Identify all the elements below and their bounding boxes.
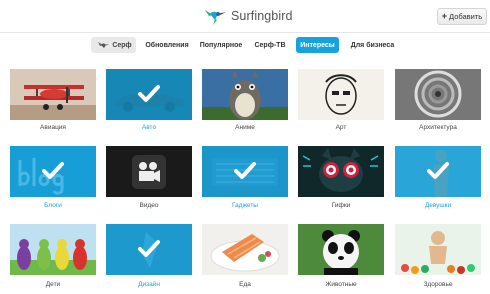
category-label: Аниме xyxy=(235,124,255,131)
panda-image xyxy=(298,224,384,275)
teletubbies-image xyxy=(10,224,96,275)
category-label: Видео xyxy=(139,202,159,209)
main-nav: Серф Обновления Популярное Серф-ТВ Интер… xyxy=(0,37,490,53)
brand-logo[interactable]: Surfingbird xyxy=(203,6,293,26)
add-button-label: Добавить xyxy=(449,12,483,21)
nav-surf[interactable]: Серф xyxy=(91,37,136,53)
category-label: Животные xyxy=(325,281,357,288)
nav-popular[interactable]: Популярное xyxy=(196,37,246,53)
checkmark-icon xyxy=(138,240,160,257)
totoro-image xyxy=(202,69,288,120)
category-label: Авиация xyxy=(40,124,66,131)
category-tile-video[interactable] xyxy=(106,146,192,197)
salmon-dish-image xyxy=(202,224,288,275)
category-tile-blogs[interactable] xyxy=(10,146,96,197)
category-label: Дети xyxy=(45,281,61,288)
sketch-face-image xyxy=(298,69,384,120)
category-label: Гаджеты xyxy=(232,202,258,209)
category-tile-design[interactable] xyxy=(106,224,192,275)
category-label: Блоги xyxy=(44,202,62,209)
nav-surf-tv[interactable]: Серф-ТВ xyxy=(251,37,289,53)
category-label: Дизайн xyxy=(138,281,160,288)
category-tile-gifs[interactable] xyxy=(298,146,384,197)
hummingbird-icon xyxy=(98,42,110,48)
video-camera-image xyxy=(106,146,192,197)
category-label: Еда xyxy=(239,281,251,288)
category-tile-kids[interactable] xyxy=(10,224,96,275)
category-tile-aviation[interactable] xyxy=(10,69,96,120)
category-tile-gadgets[interactable] xyxy=(202,146,288,197)
nav-business[interactable]: Для бизнеса xyxy=(346,37,399,53)
category-tile-girls[interactable] xyxy=(395,146,481,197)
category-label: Здоровье xyxy=(423,281,453,288)
hypno-cat-image xyxy=(298,146,384,197)
nav-interests[interactable]: Интересы xyxy=(296,37,339,53)
plus-icon: + xyxy=(441,11,448,21)
checkmark-icon xyxy=(234,162,256,179)
spiral-stairs-image xyxy=(395,69,481,120)
category-label: Гифки xyxy=(331,202,351,209)
category-label: Арт xyxy=(335,124,347,131)
healthy-food-image xyxy=(395,224,481,275)
nav-surf-label: Серф xyxy=(112,41,132,49)
category-label: Архитектура xyxy=(419,124,457,131)
nav-updates[interactable]: Обновления xyxy=(142,37,192,53)
hummingbird-icon xyxy=(205,10,226,25)
add-button[interactable]: + Добавить xyxy=(437,8,487,25)
category-label: Девушки xyxy=(424,202,452,209)
biplane-image xyxy=(10,69,96,120)
category-tile-auto[interactable] xyxy=(106,69,192,120)
category-tile-architecture[interactable] xyxy=(395,69,481,120)
checkmark-icon xyxy=(42,162,64,179)
top-bar: Surfingbird + Добавить xyxy=(0,0,490,33)
category-tile-art[interactable] xyxy=(298,69,384,120)
category-label: Авто xyxy=(141,124,157,131)
checkmark-icon xyxy=(138,85,160,102)
category-tile-food[interactable] xyxy=(202,224,288,275)
category-tile-health[interactable] xyxy=(395,224,481,275)
category-tile-animals[interactable] xyxy=(298,224,384,275)
brand-name: Surfingbird xyxy=(231,9,293,23)
category-tile-anime[interactable] xyxy=(202,69,288,120)
checkmark-icon xyxy=(427,162,449,179)
